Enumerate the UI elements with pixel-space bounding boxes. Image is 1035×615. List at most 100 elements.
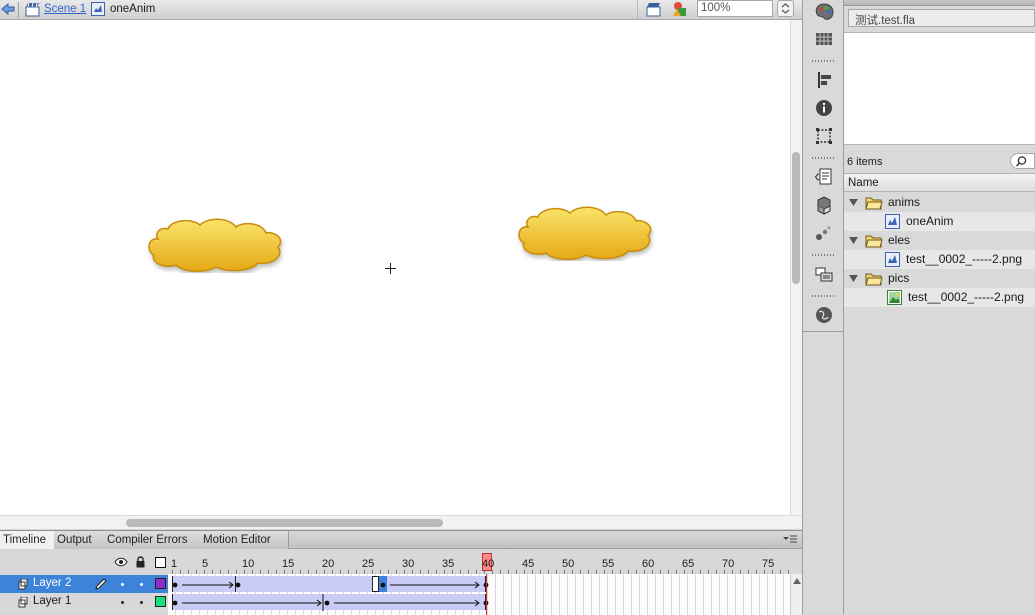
layer-icon	[18, 597, 28, 608]
edit-symbols-icon[interactable]	[671, 1, 689, 17]
outline-toggle-icon[interactable]	[155, 557, 166, 568]
frame-number: 5	[202, 558, 209, 570]
frame-number: 60	[642, 558, 655, 570]
panel-grip[interactable]	[812, 254, 836, 256]
disclosure-triangle-icon[interactable]	[849, 275, 858, 283]
stage-vertical-scrollbar[interactable]	[790, 20, 802, 515]
movieclip-icon	[885, 252, 900, 267]
stage-horizontal-scrollbar[interactable]	[0, 515, 802, 529]
frame-number: 35	[442, 558, 455, 570]
layer-row[interactable]: Layer 1	[0, 593, 802, 611]
symbol-breadcrumb[interactable]: oneAnim	[110, 3, 155, 15]
library-item-row[interactable]: test__0002_-----2.png	[844, 250, 1035, 269]
frame-number: 75	[762, 558, 775, 570]
library-panel: 测试.test.fla 6 items Name anims oneAnim e…	[844, 0, 1035, 614]
swatches-icon[interactable]	[813, 28, 835, 50]
code-snippets-icon[interactable]	[813, 166, 835, 188]
library-item-label: oneAnim	[906, 214, 954, 228]
frame-number: 55	[602, 558, 615, 570]
layer-row[interactable]: Layer 2	[0, 575, 802, 593]
panel-grip[interactable]	[812, 60, 836, 62]
stage[interactable]	[0, 20, 790, 515]
info-icon[interactable]	[813, 97, 835, 119]
bitmap-icon	[887, 290, 902, 305]
panel-grip[interactable]	[812, 295, 836, 297]
lock-icon[interactable]	[135, 556, 146, 568]
zoom-value: 100%	[701, 2, 731, 14]
library-item-label: test__0002_-----2.png	[906, 252, 1023, 266]
panel-menu-icon[interactable]	[782, 534, 798, 546]
motion-presets-icon[interactable]	[813, 222, 835, 244]
library-tabs[interactable]	[844, 0, 1035, 6]
library-item-row[interactable]: test__0002_-----2.png	[844, 288, 1035, 307]
current-frame-number: 40	[482, 558, 495, 570]
lock-dot[interactable]	[140, 601, 143, 604]
frame-number: 20	[322, 558, 335, 570]
zoom-field[interactable]: 100%	[697, 0, 773, 17]
components-icon[interactable]	[813, 194, 835, 216]
search-icon	[1015, 156, 1027, 167]
tab-compiler-errors[interactable]: Compiler Errors	[104, 531, 207, 549]
zoom-dropdown[interactable]	[777, 0, 794, 17]
library-item-label: test__0002_-----2.png	[908, 290, 1025, 304]
web-icon[interactable]	[813, 304, 835, 326]
disclosure-triangle-icon[interactable]	[849, 199, 858, 207]
frame-number: 50	[562, 558, 575, 570]
library-preview	[844, 32, 1035, 145]
document-dropdown[interactable]: 测试.test.fla	[848, 9, 1035, 27]
tween-arrows	[172, 594, 489, 611]
scene-breadcrumb[interactable]: Scene 1	[44, 3, 86, 15]
divider	[803, 331, 843, 332]
edit-bar: Scene 1 oneAnim 100%	[0, 0, 802, 20]
frame-number: 15	[282, 558, 295, 570]
library-folder-row[interactable]: anims	[844, 193, 1035, 212]
scrollbar-thumb[interactable]	[792, 152, 800, 284]
library-item-label: anims	[888, 195, 921, 209]
panel-grip[interactable]	[812, 157, 836, 159]
library-search-field[interactable]	[1010, 153, 1035, 169]
separator	[18, 2, 19, 18]
project-icon[interactable]	[813, 263, 835, 285]
library-column-header[interactable]: Name	[844, 173, 1035, 192]
visibility-dot[interactable]	[121, 601, 124, 604]
layer-color-swatch[interactable]	[155, 596, 166, 607]
cloud-shape[interactable]	[510, 199, 655, 261]
timeline-panel: Timeline Output Compiler Errors Motion E…	[0, 530, 802, 615]
library-folder-row[interactable]: pics	[844, 269, 1035, 288]
frame-number: 30	[402, 558, 415, 570]
back-arrow-icon[interactable]	[1, 2, 15, 16]
lock-dot[interactable]	[140, 583, 143, 586]
visibility-dot[interactable]	[121, 583, 124, 586]
edit-scene-icon[interactable]	[646, 1, 662, 17]
align-icon[interactable]	[813, 69, 835, 91]
tab-motion-editor[interactable]: Motion Editor	[200, 531, 289, 549]
transform-icon[interactable]	[813, 125, 835, 147]
registration-crosshair-icon	[385, 263, 396, 274]
scrollbar-thumb[interactable]	[126, 519, 443, 527]
document-name: 测试.test.fla	[855, 15, 916, 27]
folder-open-icon	[865, 235, 883, 248]
cloud-shape[interactable]	[140, 211, 285, 273]
frame-number: 10	[242, 558, 255, 570]
library-folder-row[interactable]: eles	[844, 231, 1035, 250]
playhead-line	[486, 574, 487, 615]
item-count: 6 items	[847, 156, 883, 168]
frame-number: 25	[362, 558, 375, 570]
layer-name[interactable]: Layer 2	[33, 577, 71, 589]
layer-color-swatch[interactable]	[155, 578, 166, 589]
movieclip-icon	[91, 2, 105, 16]
library-item-label: pics	[888, 271, 910, 285]
tween-arrows	[172, 581, 489, 589]
disclosure-triangle-icon[interactable]	[849, 237, 858, 245]
library-item-row[interactable]: oneAnim	[844, 212, 1035, 231]
layer-icon	[18, 579, 28, 590]
layer-name[interactable]: Layer 1	[33, 595, 71, 607]
scene-icon	[25, 2, 40, 17]
tab-output[interactable]: Output	[54, 531, 111, 549]
eye-icon[interactable]	[114, 557, 128, 567]
frame-number: 70	[722, 558, 735, 570]
tab-timeline[interactable]: Timeline	[0, 531, 61, 549]
panel-icons-strip	[802, 0, 844, 614]
chevron-updown-icon	[781, 3, 790, 14]
palette-icon[interactable]	[813, 1, 835, 23]
